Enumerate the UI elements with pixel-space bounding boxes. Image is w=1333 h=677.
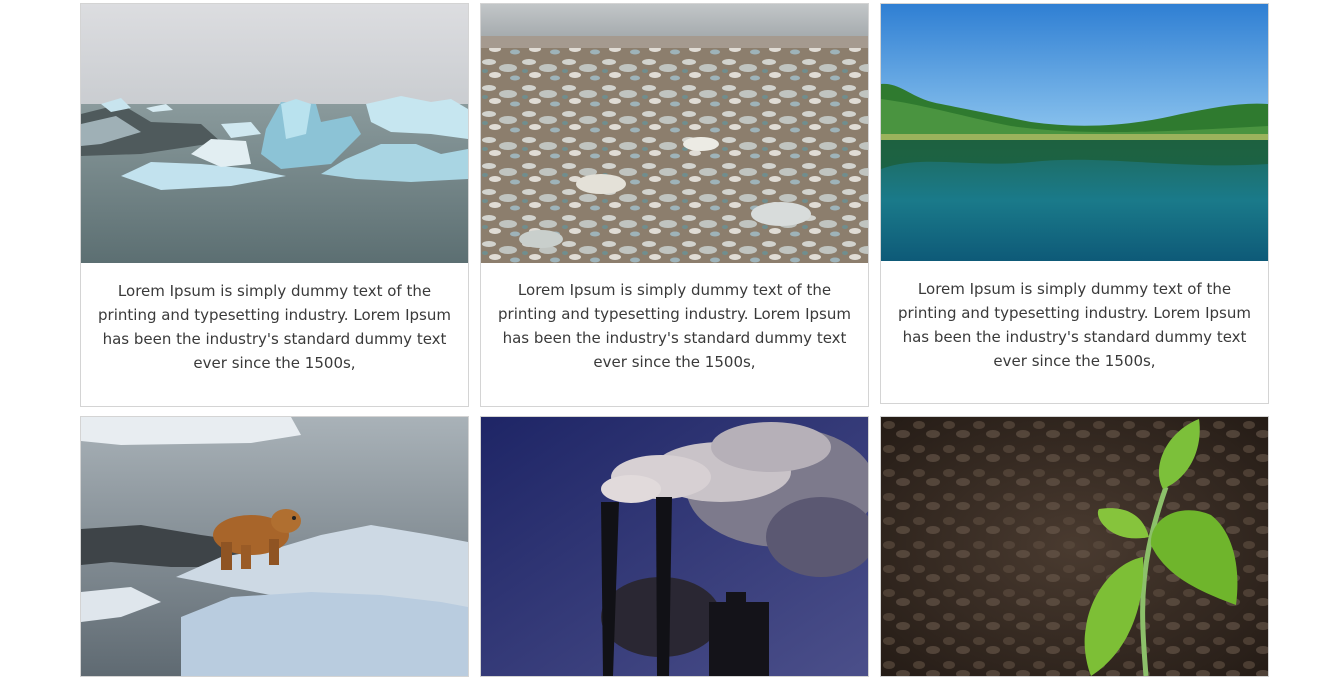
plastic-beach-image (481, 4, 868, 263)
card-caption: Lorem Ipsum is simply dummy text of the … (498, 281, 851, 371)
lake-image (881, 4, 1268, 263)
seedling-image (881, 417, 1268, 676)
card-lake: Lorem Ipsum is simply dummy text of the … (880, 3, 1269, 404)
card-seedling (880, 416, 1269, 677)
card-icebergs: Lorem Ipsum is simply dummy text of the … (80, 3, 469, 407)
card-plastic-beach: Lorem Ipsum is simply dummy text of the … (480, 3, 869, 407)
card-caption: Lorem Ipsum is simply dummy text of the … (898, 280, 1251, 370)
polar-bear-image (81, 417, 468, 676)
card-polar-bear (80, 416, 469, 677)
icebergs-image (81, 4, 468, 263)
card-factory (480, 416, 869, 677)
factory-image (481, 417, 868, 676)
card-caption: Lorem Ipsum is simply dummy text of the … (98, 282, 451, 372)
